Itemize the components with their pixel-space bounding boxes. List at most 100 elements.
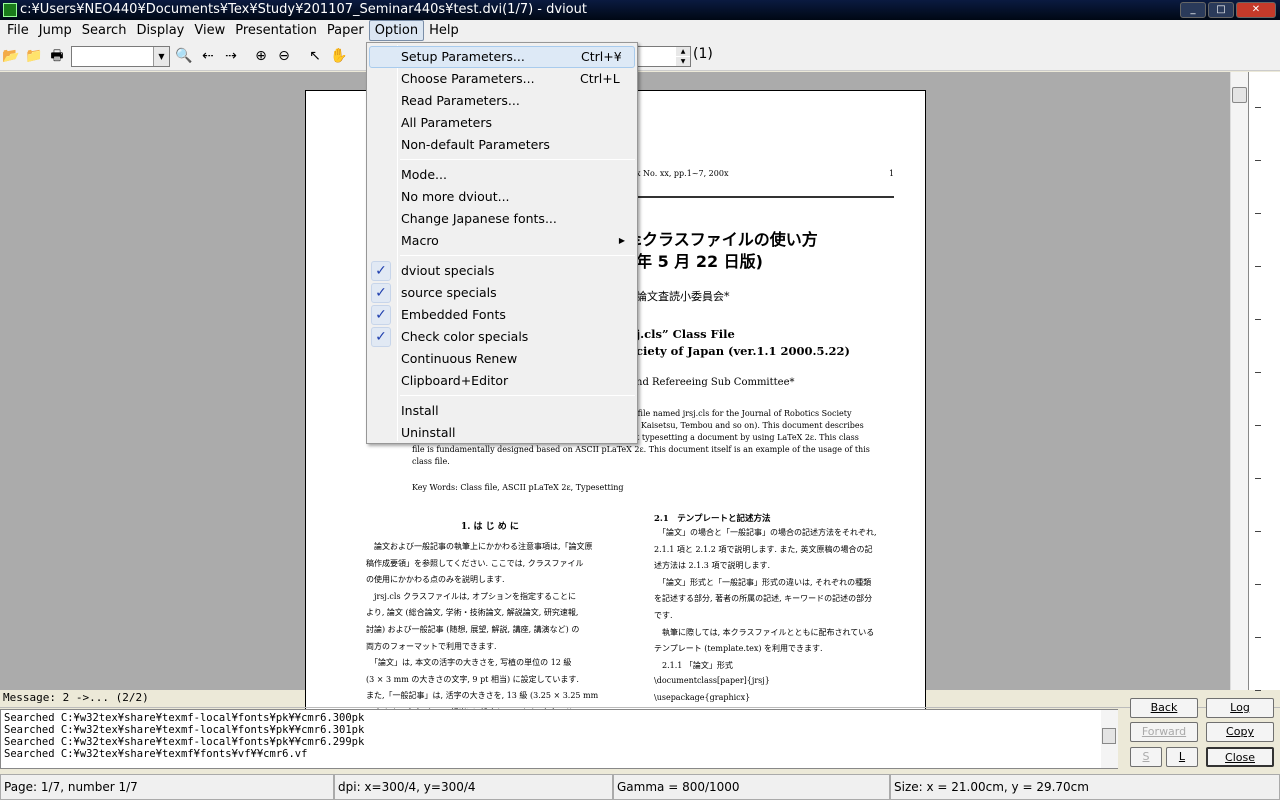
option-menu: Setup Parameters... Ctrl+¥ Choose Paramete… (366, 42, 638, 444)
menu-item-uninstall[interactable]: Uninstall (369, 422, 635, 444)
text-line: \documentclass[paper]{jrsj} (654, 676, 770, 686)
scroll-thumb[interactable] (1232, 87, 1247, 103)
menu-item-mode[interactable]: Mode... (369, 164, 635, 186)
menu-item-label: Choose Parameters... (401, 71, 535, 86)
menu-item-label: Change Japanese fonts... (401, 211, 557, 226)
checkmark-icon: ✓ (371, 305, 391, 325)
log-scroll-thumb[interactable] (1102, 728, 1116, 744)
menu-separator (400, 159, 635, 160)
menu-item-macro[interactable]: Macro ▶ (369, 230, 635, 252)
l-button[interactable]: L (1166, 747, 1198, 767)
title-jp: 2εクラスファイルの使い方 (622, 230, 818, 249)
text-line: (3 × 3 mm の大きさの文字, 9 pt 相当) に設定しています. (366, 674, 579, 684)
status-size: Size: x = 21.00cm, y = 29.70cm (890, 774, 1280, 800)
menu-item-all-parameters[interactable]: All Parameters (369, 112, 635, 134)
page-spinner[interactable]: ▲ ▼ (637, 46, 691, 67)
menu-item-clipboard-editor[interactable]: Clipboard+Editor (369, 370, 635, 392)
text-line: 述方法は 2.1.3 項で説明します. (654, 561, 770, 571)
menu-item-non-default-parameters[interactable]: Non-default Parameters (369, 134, 635, 156)
zoom-out-icon[interactable]: ⊖ (275, 47, 293, 65)
menu-item-continuous-renew[interactable]: Continuous Renew (369, 348, 635, 370)
minimize-button[interactable]: _ (1180, 2, 1206, 18)
menu-option[interactable]: Option (368, 20, 425, 41)
menu-item-label: Read Parameters... (401, 93, 520, 108)
maximize-button[interactable]: □ (1208, 2, 1234, 18)
menu-presentation[interactable]: Presentation (230, 20, 322, 41)
keywords: Key Words: Class file, ASCII pLaTeX 2ε, … (412, 483, 624, 492)
checkmark-icon: ✓ (371, 327, 391, 347)
log-button[interactable]: Log (1206, 698, 1274, 718)
author-jp: 論文査読小委員会* (636, 290, 730, 303)
menu-item-no-more-dviout[interactable]: No more dviout... (369, 186, 635, 208)
menu-item-install[interactable]: Install (369, 400, 635, 422)
running-header: x No. xx, pp.1~7, 200x (636, 169, 729, 178)
spin-up-icon[interactable]: ▲ (676, 47, 690, 56)
hand-icon[interactable]: ✋ (330, 47, 348, 65)
menu-item-choose-parameters[interactable]: Choose Parameters... Ctrl+L (369, 68, 635, 90)
search-forward-icon[interactable]: ⇢ (222, 47, 240, 65)
message-bar: Message: 2 ->... (2/2) (0, 690, 1280, 708)
menu-item-check-color-specials[interactable]: ✓ Check color specials (369, 326, 635, 348)
app-icon (3, 3, 17, 17)
page-combo[interactable]: ▼ (71, 46, 170, 67)
copy-button[interactable]: Copy (1206, 722, 1274, 742)
open-folder-icon[interactable]: 📂 (2, 47, 20, 65)
chevron-down-icon[interactable]: ▼ (153, 47, 169, 66)
window-title: c:¥Users¥NEO440¥Documents¥Tex¥Study¥2011… (20, 2, 587, 17)
menu-item-change-japanese-fonts[interactable]: Change Japanese fonts... (369, 208, 635, 230)
status-dpi: dpi: x=300/4, y=300/4 (334, 774, 613, 800)
menu-separator (400, 255, 635, 256)
menu-item-source-specials[interactable]: ✓ source specials (369, 282, 635, 304)
log-scrollbar[interactable] (1101, 710, 1118, 768)
checkmark-icon: ✓ (371, 261, 391, 281)
menu-item-label: Uninstall (401, 425, 456, 440)
log-line: Searched C:¥w32tex¥share¥texmf-local¥fon… (4, 712, 365, 724)
s-button[interactable]: S (1130, 747, 1162, 767)
close-button[interactable]: Close (1206, 747, 1274, 767)
vertical-scrollbar[interactable] (1230, 72, 1248, 690)
menu-help[interactable]: Help (424, 20, 464, 41)
find-page-icon[interactable]: 🔍 (175, 47, 193, 65)
menu-jump[interactable]: Jump (34, 20, 77, 41)
text-line: s file named jrsj.cls for the Journal of… (631, 409, 852, 418)
back-button[interactable]: Back (1130, 698, 1198, 718)
text-line: 2.1.1 項と 2.1.2 項で説明します. また, 英文原稿の場合の記 (654, 544, 873, 554)
menu-paper[interactable]: Paper (322, 20, 369, 41)
menu-search[interactable]: Search (77, 20, 132, 41)
spin-down-icon[interactable]: ▼ (676, 57, 690, 66)
open-file-icon[interactable]: 📁 (25, 47, 43, 65)
menu-item-dviout-specials[interactable]: ✓ dviout specials (369, 260, 635, 282)
menu-file[interactable]: File (2, 20, 34, 41)
menu-view[interactable]: View (189, 20, 230, 41)
forward-button[interactable]: Forward (1130, 722, 1198, 742)
print-icon[interactable]: 🖶 (48, 47, 66, 65)
text-line: 2.1.1 「論文」形式 (654, 660, 733, 670)
menu-item-setup-parameters[interactable]: Setup Parameters... Ctrl+¥ (369, 46, 635, 68)
page-ruler (1248, 72, 1280, 691)
menu-item-label: Embedded Fonts (401, 307, 506, 322)
menu-item-read-parameters[interactable]: Read Parameters... (369, 90, 635, 112)
menu-item-shortcut: Ctrl+L (580, 71, 620, 86)
text-line: 稿作成要領」を参照してください. ここでは, クラスファイル (366, 558, 584, 568)
text-line: jrsj.cls クラスファイルは, オプションを指定することに (366, 591, 577, 601)
pointer-icon[interactable]: ↖ (306, 47, 324, 65)
checkmark-icon: ✓ (371, 283, 391, 303)
menu-item-label: Macro (401, 233, 439, 248)
text-line: file is fundamentally designed based on … (412, 445, 870, 454)
close-window-button[interactable]: ✕ (1236, 2, 1276, 18)
zoom-in-icon[interactable]: ⊕ (252, 47, 270, 65)
menu-item-label: All Parameters (401, 115, 493, 130)
search-back-icon[interactable]: ⇠ (199, 47, 217, 65)
section-2-1-heading: 2.1 テンプレートと記述方法 (654, 514, 771, 524)
menu-display[interactable]: Display (131, 20, 189, 41)
text-line: 論文および一般記事の執筆上にかかわる注意事項は,「論文原 (366, 542, 593, 551)
menu-item-label: Check color specials (401, 329, 529, 344)
message-log: Searched C:¥w32tex¥share¥texmf-local¥fon… (0, 709, 1118, 769)
text-line: を記述する部分, 著者の所属の記述, キーワードの記述の部分 (654, 594, 873, 604)
menubar: File Jump Search Display View Presentation Pap… (0, 20, 1280, 41)
text-line: です. (654, 611, 673, 620)
page-spin-label: (1) (693, 46, 713, 62)
menu-item-embedded-fonts[interactable]: ✓ Embedded Fonts (369, 304, 635, 326)
menu-item-label: Clipboard+Editor (401, 373, 509, 388)
author-en: nd Refereeing Sub Committee* (636, 377, 795, 388)
